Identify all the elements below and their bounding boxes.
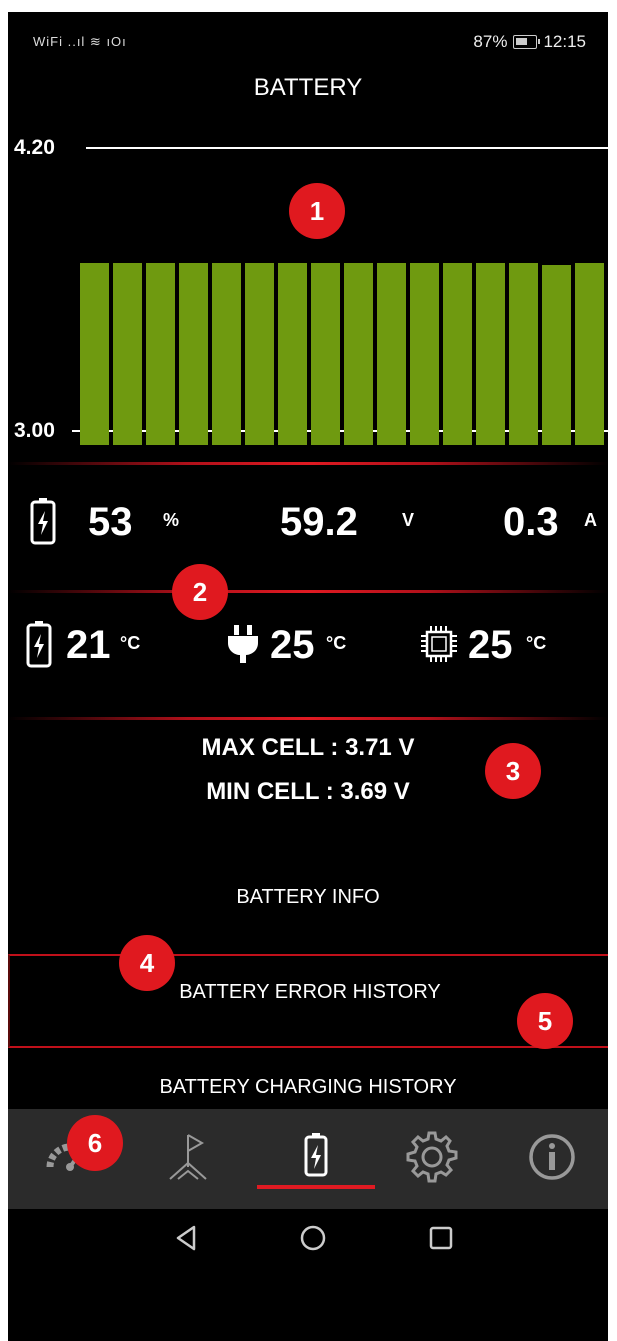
temperature-row: 21 °C 25 °C 25 °C xyxy=(8,615,608,675)
route-flag-icon[interactable] xyxy=(160,1127,220,1187)
charger-temp-value: 25 xyxy=(270,623,315,667)
status-battery-icon xyxy=(513,35,541,49)
cell-bar-7 xyxy=(278,262,307,445)
cell-bar-11 xyxy=(410,262,439,445)
voltage-value: 59.2 xyxy=(280,500,358,544)
battery-error-history-button[interactable]: BATTERY ERROR HISTORY xyxy=(8,954,608,1048)
battery-info-button[interactable]: BATTERY INFO xyxy=(8,822,608,956)
back-icon[interactable] xyxy=(172,1223,202,1253)
annotation-badge-1: 1 xyxy=(289,183,345,239)
max-voltage-line xyxy=(86,147,608,149)
controller-temp-unit: °C xyxy=(526,633,547,653)
cell-bar-2 xyxy=(113,262,142,445)
cell-bar-9 xyxy=(344,262,373,445)
tick-label-min: 3.00 xyxy=(14,419,55,442)
current-value: 0.3 xyxy=(503,500,559,544)
home-icon[interactable] xyxy=(298,1223,328,1253)
cell-bar-12 xyxy=(443,262,472,445)
battery-error-history-label: BATTERY ERROR HISTORY xyxy=(179,981,441,1003)
tick-label-max: 4.20 xyxy=(14,136,55,159)
separator xyxy=(8,717,608,720)
system-navigation-bar xyxy=(8,1209,608,1341)
annotation-badge-3: 3 xyxy=(485,743,541,799)
cell-bar-14 xyxy=(509,262,538,445)
info-icon[interactable] xyxy=(522,1127,582,1187)
soc-unit: % xyxy=(163,510,180,530)
active-tab-indicator xyxy=(257,1185,375,1189)
gear-icon[interactable] xyxy=(402,1127,462,1187)
battery-charge-icon xyxy=(30,498,56,545)
cell-bar-4 xyxy=(179,262,208,445)
cell-bar-15 xyxy=(542,264,571,445)
page-title: BATTERY xyxy=(253,74,363,101)
battery-temp-unit: °C xyxy=(120,633,141,653)
cell-bar-1 xyxy=(80,262,109,445)
annotation-badge-4: 4 xyxy=(119,935,175,991)
battery-temp-value: 21 xyxy=(66,623,111,667)
soc-value: 53 xyxy=(88,500,133,544)
recents-icon[interactable] xyxy=(426,1223,456,1253)
battery-percent: 87% xyxy=(473,32,508,51)
cell-bar-8 xyxy=(311,262,340,445)
cell-voltage-chart: 4.20 3.00 xyxy=(8,122,608,452)
plug-icon xyxy=(228,625,258,663)
current-unit: A xyxy=(584,510,597,530)
controller-temp-value: 25 xyxy=(468,623,513,667)
cell-bar-3 xyxy=(146,262,175,445)
cell-bar-13 xyxy=(476,262,505,445)
status-icons: WiFi ..ıl ≋ ıОı xyxy=(33,34,127,49)
clock: 12:15 xyxy=(543,32,586,51)
battery-icon[interactable] xyxy=(286,1127,346,1187)
battery-temp-icon xyxy=(26,621,52,668)
stats-row: 53 % 59.2 V 0.3 A xyxy=(8,492,608,552)
annotation-badge-6: 6 xyxy=(67,1115,123,1171)
charger-temp-unit: °C xyxy=(326,633,347,653)
chip-icon xyxy=(421,626,457,662)
cell-bar-6 xyxy=(245,262,274,445)
status-bar: WiFi ..ıl ≋ ıОı 87% 12:15 xyxy=(8,12,608,64)
cell-bar-16 xyxy=(575,262,604,445)
voltage-unit: V xyxy=(402,510,415,530)
cell-bar-10 xyxy=(377,262,406,445)
separator xyxy=(8,590,608,593)
battery-charging-history-button[interactable]: BATTERY CHARGING HISTORY xyxy=(8,1048,608,1108)
cell-bar-5 xyxy=(212,262,241,445)
separator xyxy=(8,462,608,465)
annotation-badge-5: 5 xyxy=(517,993,573,1049)
annotation-badge-2: 2 xyxy=(172,564,228,620)
